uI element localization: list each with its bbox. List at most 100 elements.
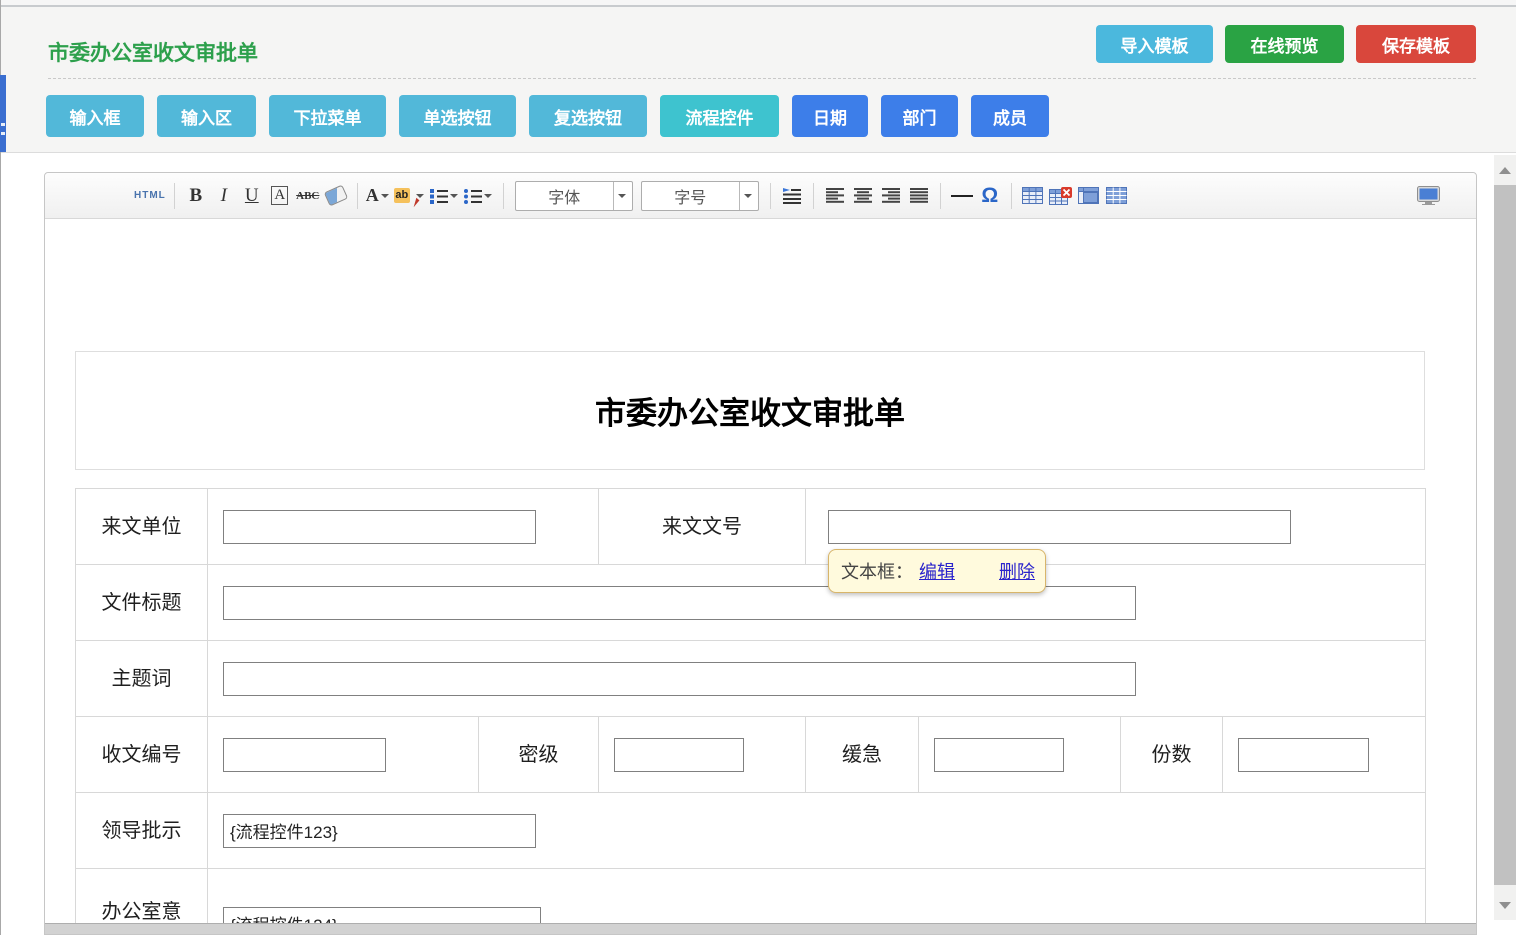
source-code-icon[interactable]: HTML — [134, 181, 166, 211]
toolbar-separator — [1011, 183, 1012, 209]
toolbar-separator — [357, 183, 358, 209]
chevron-down-icon[interactable] — [416, 194, 424, 198]
widget-input-box-button[interactable]: 输入框 — [46, 95, 144, 137]
font-color-icon[interactable]: A — [366, 181, 392, 211]
form-title-box: 市委办公室收文审批单 — [75, 351, 1425, 470]
eraser-icon — [324, 185, 348, 207]
strikethrough-icon[interactable]: ABC — [295, 181, 321, 211]
horizontal-rule-icon[interactable] — [949, 181, 975, 211]
approval-form-table: 来文单位 来文文号 文件标题 主题词 收文编号 密级 缓急 份数 — [75, 488, 1426, 926]
field-label-fenshu: 份数 — [1121, 743, 1222, 767]
shouwen-bianhao-input[interactable] — [223, 738, 386, 772]
align-left-icon[interactable] — [822, 181, 848, 211]
widget-dropdown-button[interactable]: 下拉菜单 — [269, 95, 386, 137]
delete-table-icon[interactable] — [1048, 181, 1074, 211]
edit-field-link[interactable]: 编辑 — [919, 558, 955, 584]
insert-table-icon[interactable] — [1020, 181, 1046, 211]
page-title: 市委办公室收文审批单 — [48, 37, 258, 67]
chevron-down-icon — [618, 194, 626, 198]
huanji-input[interactable] — [934, 738, 1064, 772]
widget-button-row: 输入框 输入区 下拉菜单 单选按钮 复选按钮 流程控件 日期 部门 成员 — [46, 95, 1049, 137]
font-border-icon[interactable]: A — [271, 186, 288, 205]
strip-fragment — [1, 123, 5, 126]
fullscreen-icon[interactable] — [1415, 181, 1441, 211]
scroll-down-arrow[interactable] — [1494, 892, 1516, 918]
table-row: 领导批示 — [76, 793, 1426, 869]
editor-document[interactable]: 市委办公室收文审批单 来文单位 来文文号 文件标题 主题词 收文 — [45, 219, 1476, 926]
editor-resize-bar[interactable] — [45, 923, 1476, 934]
window-top-edge — [0, 0, 1516, 7]
table-row: 主题词 — [76, 641, 1426, 717]
chevron-down-icon[interactable] — [484, 194, 492, 198]
delete-field-link[interactable]: 删除 — [999, 558, 1035, 584]
lingdao-pishi-input[interactable] — [223, 814, 536, 848]
dropdown-button[interactable] — [739, 182, 758, 210]
toolbar-separator — [503, 183, 504, 209]
table-row: 收文编号 密级 缓急 份数 — [76, 717, 1426, 793]
import-template-button[interactable]: 导入模板 — [1096, 25, 1213, 63]
vertical-scrollbar[interactable] — [1494, 155, 1516, 920]
scroll-up-arrow[interactable] — [1494, 157, 1516, 183]
toolbar-separator — [174, 183, 175, 209]
field-label-miji: 密级 — [479, 743, 598, 767]
field-label-lingdao-pishi: 领导批示 — [76, 819, 207, 843]
laiwen-danwei-input[interactable] — [223, 510, 536, 544]
widget-member-button[interactable]: 成员 — [971, 95, 1049, 137]
field-label-shouwen-bianhao: 收文编号 — [76, 743, 207, 767]
bold-icon[interactable]: B — [183, 181, 209, 211]
align-justify-icon[interactable] — [906, 181, 932, 211]
split-cells-icon[interactable] — [1104, 181, 1130, 211]
header-divider — [48, 78, 1476, 79]
laiwen-wenhao-input[interactable] — [828, 510, 1291, 544]
widget-checkbox-button[interactable]: 复选按钮 — [529, 95, 647, 137]
field-label-wenjian-biaoti: 文件标题 — [76, 591, 207, 615]
strip-fragment — [1, 132, 5, 135]
field-label-zhutici: 主题词 — [76, 667, 207, 691]
unordered-list-icon[interactable] — [463, 181, 495, 211]
online-preview-button[interactable]: 在线预览 — [1225, 25, 1344, 63]
italic-icon[interactable]: I — [211, 181, 237, 211]
template-actions: 导入模板 在线预览 保存模板 — [1096, 25, 1476, 63]
merge-cells-icon[interactable] — [1076, 181, 1102, 211]
left-accent-strip — [0, 75, 6, 152]
special-char-icon[interactable]: Ω — [977, 181, 1003, 211]
scrollbar-thumb[interactable] — [1494, 185, 1516, 885]
save-template-button[interactable]: 保存模板 — [1356, 25, 1476, 63]
widget-radio-button[interactable]: 单选按钮 — [399, 95, 516, 137]
chevron-down-icon — [744, 194, 752, 198]
align-right-icon[interactable] — [878, 181, 904, 211]
chevron-down-icon[interactable] — [381, 194, 389, 198]
form-title: 市委办公室收文审批单 — [595, 388, 905, 433]
field-label-huanji: 缓急 — [806, 743, 918, 767]
font-size-select[interactable]: 字号 — [641, 181, 759, 211]
table-row: 文件标题 — [76, 565, 1426, 641]
field-action-tooltip: 文本框： 编辑 删除 — [828, 549, 1046, 593]
field-label-laiwen-danwei: 来文单位 — [76, 515, 207, 539]
indent-icon[interactable] — [779, 181, 805, 211]
chevron-down-icon[interactable] — [450, 194, 458, 198]
ordered-list-icon[interactable] — [429, 181, 461, 211]
font-family-select[interactable]: 字体 — [515, 181, 633, 211]
dropdown-button[interactable] — [613, 182, 632, 210]
field-label-laiwen-wenhao: 来文文号 — [599, 515, 805, 539]
widget-flow-control-button[interactable]: 流程控件 — [660, 95, 779, 137]
editor-toolbar: HTML B I U A ABC A ab 字体 — [45, 173, 1476, 219]
table-row: 办公室意见 — [76, 869, 1426, 927]
align-center-icon[interactable] — [850, 181, 876, 211]
widget-textarea-button[interactable]: 输入区 — [157, 95, 256, 137]
rich-text-editor: HTML B I U A ABC A ab 字体 — [44, 172, 1477, 935]
widget-date-button[interactable]: 日期 — [792, 95, 868, 137]
ordered-list-glyph — [429, 188, 448, 204]
widget-department-button[interactable]: 部门 — [881, 95, 958, 137]
pencil-icon — [410, 197, 419, 206]
tooltip-field-type: 文本框： — [841, 558, 913, 584]
fenshu-input[interactable] — [1238, 738, 1369, 772]
unordered-list-glyph — [463, 188, 482, 204]
toolbar-separator — [940, 183, 941, 209]
remove-format-icon[interactable] — [323, 181, 349, 211]
miji-input[interactable] — [614, 738, 744, 772]
toolbar-separator — [813, 183, 814, 209]
zhutici-input[interactable] — [223, 662, 1136, 696]
highlight-color-icon[interactable]: ab — [394, 181, 427, 211]
underline-icon[interactable]: U — [239, 181, 265, 211]
